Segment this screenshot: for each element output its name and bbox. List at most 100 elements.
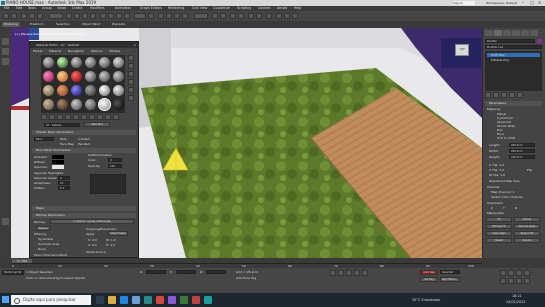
opt-wire[interactable]: Wire [60, 137, 67, 141]
sample-slot[interactable] [99, 57, 110, 68]
motion-tab-icon[interactable] [512, 30, 520, 36]
pin-stack-icon[interactable] [485, 92, 491, 98]
sample-type-icon[interactable] [128, 55, 134, 61]
show-end-result-icon[interactable] [105, 114, 111, 120]
zoom-all-icon[interactable] [508, 270, 514, 276]
store-icon[interactable] [132, 296, 140, 304]
sign-in-field[interactable]: Sign In [453, 1, 475, 5]
layer-explorer-icon[interactable] [230, 13, 236, 19]
video-check-icon[interactable] [128, 87, 134, 93]
filter-summed-area[interactable]: Summed Area [38, 242, 59, 246]
windows-start-icon[interactable] [2, 296, 9, 303]
material-name-field[interactable]: 07 - Default [44, 123, 80, 127]
sample-slot[interactable] [99, 71, 110, 82]
menu-navigation[interactable]: Navigation [68, 48, 84, 54]
view-align-button[interactable]: View Align [486, 231, 512, 236]
make-unique-icon[interactable] [73, 114, 79, 120]
opt-2sided[interactable]: 2-Sided [78, 137, 89, 141]
app-icon[interactable] [168, 296, 176, 304]
zoom-icon[interactable] [500, 270, 506, 276]
selection-filter-dropdown[interactable] [49, 13, 63, 19]
stack-item-editable-poly[interactable]: Editable Poly [487, 58, 540, 62]
link-icon[interactable] [21, 13, 27, 19]
edge-icon[interactable] [120, 296, 128, 304]
taskbar-search-input[interactable]: Digite aqui para pesquisar [11, 295, 91, 305]
opt-facemap[interactable]: Face Map [60, 142, 74, 146]
opacity-value[interactable]: 100 [108, 164, 122, 168]
sample-slot[interactable] [85, 99, 96, 110]
place-icon[interactable] [124, 13, 130, 19]
spinner-snap-icon[interactable] [182, 13, 188, 19]
viewcube[interactable]: TOP [451, 42, 473, 58]
sample-slot[interactable] [113, 85, 124, 96]
play-icon[interactable] [346, 270, 352, 276]
utilities-tab-icon[interactable] [530, 30, 538, 36]
sample-slot[interactable] [57, 99, 68, 110]
show-shaded-icon[interactable] [97, 114, 103, 120]
scene-explorer-icon[interactable] [2, 38, 9, 45]
opt-faceted[interactable]: Faceted [78, 142, 90, 146]
stack-item-uvw-map[interactable]: UVW Map [487, 53, 540, 57]
zoom-extents-icon[interactable] [516, 270, 522, 276]
coord-z-field[interactable] [206, 270, 226, 274]
sample-slots[interactable] [41, 55, 125, 113]
uv-tiling-icon[interactable] [128, 79, 134, 85]
redo-icon[interactable] [11, 13, 17, 19]
align-y[interactable]: Y [503, 206, 505, 210]
tab-object-paint[interactable]: Object Paint [80, 22, 102, 27]
sample-slot[interactable] [113, 71, 124, 82]
diffuse-swatch[interactable] [52, 160, 64, 164]
object-name-field[interactable]: Box001 [485, 39, 535, 43]
crop-u[interactable]: U: 0.0 [88, 238, 97, 242]
pan-icon[interactable] [508, 278, 514, 284]
u-tile[interactable]: U Tile: 1.0 [489, 163, 504, 167]
assign-to-selection-icon[interactable] [57, 114, 63, 120]
fit-button[interactable]: Fit [486, 217, 512, 222]
sample-slot[interactable] [57, 71, 68, 82]
length-value[interactable]: 200.0cm [509, 143, 535, 147]
filter-none[interactable]: None [38, 247, 46, 251]
reset-map-icon[interactable] [65, 114, 71, 120]
shader-dropdown[interactable]: Blinn [34, 137, 54, 141]
shader-section-header[interactable]: Shader Basic Parameters [32, 130, 136, 135]
flip-checkbox[interactable]: Flip [527, 168, 532, 172]
mirror-icon[interactable] [212, 13, 218, 19]
sample-slot[interactable] [57, 57, 68, 68]
material-editor-window[interactable]: Material Editor - 07 - Default × Modes M… [29, 41, 139, 258]
v-tile[interactable]: V Tile: 1.0 [489, 168, 504, 172]
glossiness-value[interactable]: 10 [58, 181, 70, 185]
tab-populate[interactable]: Populate [110, 22, 127, 27]
material-id-icon[interactable] [89, 114, 95, 120]
pivot-icon[interactable] [148, 13, 154, 19]
spec-level-value[interactable]: 0 [58, 176, 70, 180]
bitmap-section-header[interactable]: Bitmap Parameters [32, 213, 136, 218]
soften-value[interactable]: 0.1 [58, 186, 70, 190]
app-icon[interactable] [192, 296, 200, 304]
color-label[interactable]: Color [88, 158, 96, 162]
coord-y-field[interactable] [176, 270, 196, 274]
ribbon-toggle-icon[interactable] [238, 13, 244, 19]
sample-slot[interactable] [43, 85, 54, 96]
bitmap-fit-button[interactable]: Bitmap Fit [486, 224, 512, 229]
sample-slot[interactable] [71, 85, 82, 96]
material-editor-icon[interactable] [266, 13, 272, 19]
reset-button[interactable]: Reset [486, 238, 512, 243]
ref-coord-dropdown[interactable] [134, 13, 146, 19]
real-world-checkbox[interactable]: Real-World Map Size [489, 179, 519, 183]
background-icon[interactable] [128, 71, 134, 77]
rect-region-icon[interactable] [82, 13, 88, 19]
crop-h[interactable]: H: 1.0 [106, 243, 115, 247]
put-to-library-icon[interactable] [81, 114, 87, 120]
menu-options[interactable]: Options [91, 48, 103, 54]
modifier-list-dropdown[interactable]: Modifier List [485, 45, 542, 49]
make-preview-icon[interactable] [128, 95, 134, 101]
sample-slot-active[interactable] [98, 98, 111, 111]
command-panel[interactable]: Box001 Modifier List UVW Map Editable Po… [482, 28, 545, 258]
rotate-icon[interactable] [108, 13, 114, 19]
set-key-button[interactable]: Set Key [420, 277, 438, 282]
display-icon[interactable] [2, 48, 9, 55]
sample-slot[interactable] [71, 99, 82, 110]
filter-pyramidal[interactable]: Pyramidal [38, 237, 53, 241]
tab-selection[interactable]: Selection [54, 22, 72, 27]
move-icon[interactable] [100, 13, 106, 19]
